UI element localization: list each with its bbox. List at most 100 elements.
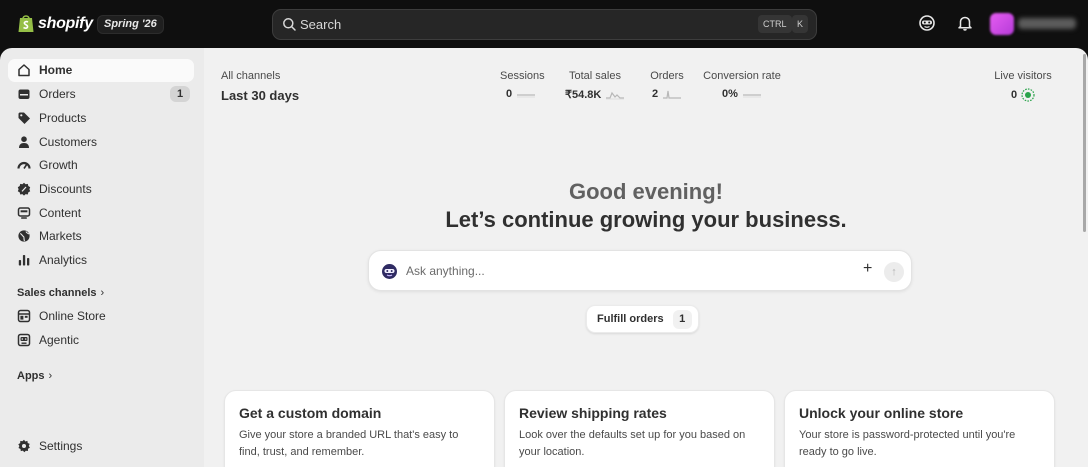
metric-sessions[interactable]: Sessions 0 [500, 70, 545, 100]
sidebar-item-label: Analytics [39, 253, 88, 267]
sidebar-item-label: Growth [39, 158, 78, 172]
sidebar-item-customers[interactable]: Customers [8, 131, 194, 154]
orders-count-badge: 1 [170, 86, 190, 102]
chip-count-badge: 1 [672, 309, 692, 329]
metric-total-sales[interactable]: Total sales ₹54.8K [565, 70, 625, 101]
sidebar-item-label: Settings [39, 439, 83, 453]
sidebar-item-products[interactable]: Products [8, 107, 194, 130]
sales-sparkline-icon [606, 91, 625, 99]
sales-channels-heading[interactable]: Sales channels › [17, 287, 104, 299]
bell-icon[interactable] [956, 14, 974, 32]
sidebar-item-home[interactable]: Home [8, 59, 194, 82]
search-icon [283, 18, 296, 31]
card-body: Your store is password-protected until y… [799, 429, 1016, 458]
shopify-logo[interactable]: shopify [17, 13, 93, 34]
sidebar-item-growth[interactable]: Growth [8, 154, 194, 177]
send-arrow-icon[interactable]: ↑ [884, 262, 904, 282]
inbox-icon [18, 89, 30, 99]
shortcut-k-key: K [792, 15, 809, 33]
agentic-icon [17, 333, 31, 347]
metric-value: 0 [506, 88, 513, 100]
live-indicator-icon [1021, 88, 1035, 102]
top-bar: shopify Spring '26 Search CTRL K [0, 0, 1088, 48]
task-card-online-store[interactable]: Unlock your online store Your store is p… [784, 390, 1055, 467]
sidebar-item-label: Customers [39, 135, 98, 149]
gauge-icon [17, 161, 31, 169]
card-body: Look over the defaults set up for you ba… [519, 429, 746, 458]
main-content: All channels Last 30 days Sessions 0 Tot… [204, 48, 1088, 467]
sidebar-item-discounts[interactable]: Discounts [8, 178, 194, 201]
sidebar-item-online-store[interactable]: Online Store [8, 305, 194, 328]
orders-sparkline-icon [663, 90, 682, 99]
sidebar-item-label: Online Store [39, 309, 106, 323]
sidekick-icon [382, 264, 397, 279]
sidebar-item-label: Markets [39, 229, 82, 243]
metric-label: Live visitors [994, 70, 1052, 82]
sidekick-icon[interactable] [918, 14, 936, 32]
chevron-right-icon: › [100, 287, 105, 299]
greeting-subtitle: Let’s continue growing your business. [445, 207, 847, 232]
metric-conversion-rate[interactable]: Conversion rate 0% [703, 70, 781, 100]
sidebar-item-markets[interactable]: Markets [8, 225, 194, 248]
metric-value: ₹54.8K [565, 89, 602, 101]
bar-chart-icon [18, 255, 30, 266]
content-icon [17, 207, 31, 219]
metric-value: 2 [652, 88, 659, 100]
metric-label: Orders [650, 70, 684, 82]
metric-label: Conversion rate [703, 70, 781, 82]
card-title: Review shipping rates [519, 405, 667, 421]
discount-icon [17, 182, 31, 196]
sidebar-item-label: Products [39, 111, 87, 125]
metrics-date-range[interactable]: Last 30 days [221, 88, 299, 103]
sidebar-item-analytics[interactable]: Analytics [8, 249, 194, 272]
search-placeholder: Search [300, 17, 342, 32]
store-avatar[interactable] [990, 13, 1014, 35]
metrics-channel-label[interactable]: All channels [221, 70, 280, 82]
sidebar-item-content[interactable]: Content [8, 202, 194, 225]
tag-icon [18, 112, 30, 124]
greeting-title: Good evening! [569, 179, 723, 204]
sidebar-item-label: Home [39, 63, 73, 77]
plus-icon[interactable]: + [863, 260, 872, 278]
card-title: Unlock your online store [799, 405, 964, 421]
metric-value: 0 [1011, 89, 1018, 101]
search-bar[interactable]: Search CTRL K [272, 9, 817, 40]
task-card-custom-domain[interactable]: Get a custom domain Give your store a br… [224, 390, 495, 467]
metric-value: 0% [722, 88, 738, 100]
chip-label: Fulfill orders [597, 313, 664, 325]
sessions-sparkline-icon [517, 94, 536, 98]
shortcut-ctrl-key: CTRL [758, 15, 792, 33]
person-icon [19, 136, 29, 148]
task-card-shipping-rates[interactable]: Review shipping rates Look over the defa… [504, 390, 775, 467]
scrollbar[interactable] [1083, 54, 1086, 232]
sidebar-item-orders[interactable]: Orders 1 [8, 83, 194, 106]
ask-placeholder: Ask anything... [406, 264, 485, 278]
card-body: Give your store a branded URL that's eas… [239, 429, 459, 458]
fulfill-orders-chip[interactable]: Fulfill orders 1 [586, 305, 699, 333]
conversion-sparkline-icon [742, 94, 761, 98]
chevron-right-icon: › [48, 370, 53, 382]
shopify-bag-icon [18, 15, 34, 32]
edition-badge[interactable]: Spring '26 [97, 15, 164, 34]
sidebar-item-settings[interactable]: Settings [8, 435, 194, 458]
metric-orders[interactable]: Orders 2 [649, 70, 685, 100]
sidebar-item-agentic[interactable]: Agentic [8, 329, 194, 352]
sidebar-item-label: Content [39, 206, 82, 220]
gear-icon [18, 439, 30, 453]
sidebar-item-label: Agentic [39, 333, 80, 347]
sidebar: Home Orders 1 Products Customers Growth … [0, 48, 204, 467]
globe-icon [18, 230, 30, 242]
sales-channels-label: Sales channels [17, 287, 97, 299]
sidebar-item-label: Discounts [39, 182, 92, 196]
home-icon [18, 64, 30, 77]
sidebar-item-label: Orders [39, 87, 76, 101]
metric-live-visitors[interactable]: Live visitors 0 [993, 70, 1053, 102]
apps-label: Apps [17, 370, 45, 382]
card-title: Get a custom domain [239, 405, 382, 421]
logo-wordmark: shopify [38, 14, 93, 32]
apps-heading[interactable]: Apps › [17, 370, 52, 382]
store-icon [17, 309, 31, 323]
store-name-redacted[interactable] [1018, 18, 1076, 29]
metric-label: Sessions [500, 70, 545, 82]
ask-anything-input[interactable]: Ask anything... + ↑ [368, 250, 912, 291]
